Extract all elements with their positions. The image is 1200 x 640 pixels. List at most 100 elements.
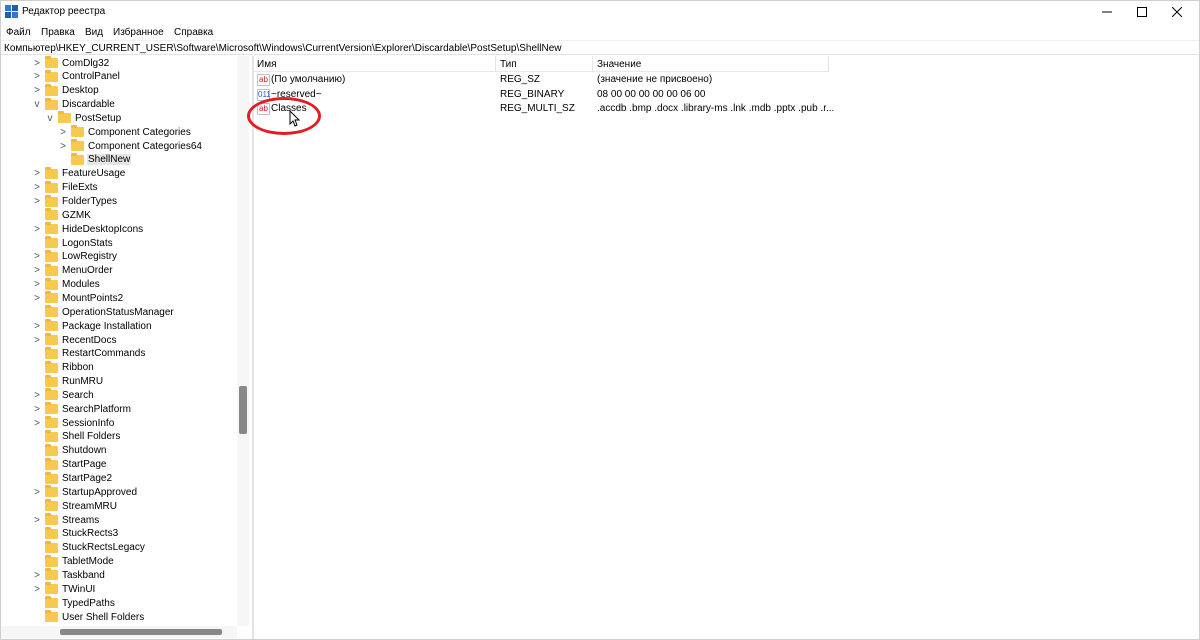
chevron-right-icon[interactable]: > (32, 195, 42, 209)
menu-edit[interactable]: Правка (41, 27, 75, 38)
tree-item[interactable]: GZMK (32, 208, 92, 222)
horizontal-scroll-thumb[interactable] (60, 629, 222, 635)
tree-item[interactable]: > TWinUI (32, 582, 96, 596)
chevron-right-icon[interactable]: > (32, 250, 42, 264)
tree-item[interactable]: v Discardable (32, 97, 116, 112)
chevron-right-icon[interactable]: > (32, 56, 42, 70)
tree-item[interactable]: > Streams (32, 513, 100, 527)
chevron-right-icon[interactable]: > (32, 513, 42, 527)
column-divider[interactable] (828, 56, 829, 72)
chevron-right-icon[interactable]: > (58, 139, 68, 153)
chevron-right-icon[interactable]: > (32, 568, 42, 582)
value-data: (значение не присвоено) (597, 74, 713, 85)
tree-item-label: PostSetup (75, 112, 122, 124)
chevron-right-icon[interactable]: > (32, 167, 42, 181)
tree-item-label: HideDesktopIcons (62, 223, 144, 235)
tree-item-label: Ribbon (62, 362, 94, 374)
tree-item[interactable]: > ComDlg32 (32, 56, 110, 70)
tree-item[interactable]: > FolderTypes (32, 194, 118, 209)
tree-item[interactable]: Shutdown (32, 443, 107, 458)
chevron-right-icon[interactable]: > (32, 84, 42, 98)
menu-help[interactable]: Справка (174, 27, 213, 38)
close-button[interactable] (1154, 0, 1200, 24)
value-row[interactable]: 011 ~reserved~ REG_BINARY 08 00 00 00 00 00… (254, 88, 854, 102)
tree-item[interactable]: > Search (32, 388, 95, 402)
tree-item-label: Shell Folders (62, 431, 121, 443)
chevron-down-icon[interactable]: v (45, 111, 55, 125)
expander-placeholder (32, 236, 42, 250)
tree-item[interactable]: > HideDesktopIcons (32, 222, 144, 236)
tree-item[interactable]: StuckRects3 (32, 526, 119, 541)
tree-item[interactable]: Ribbon (32, 360, 95, 375)
tree-item[interactable]: > Package Installation (32, 319, 153, 333)
chevron-down-icon[interactable]: v (32, 98, 42, 112)
tree-item[interactable]: RestartCommands (32, 346, 146, 361)
tree-item[interactable]: StuckRectsLegacy (32, 540, 146, 555)
tree-item[interactable]: StartPage (32, 457, 107, 472)
tree-item[interactable]: ShellNew (58, 152, 132, 167)
tree-item[interactable]: > Component Categories (58, 125, 192, 139)
tree-item[interactable]: > LowRegistry (32, 249, 118, 264)
tree-item[interactable]: User Shell Folders (32, 610, 145, 624)
chevron-right-icon[interactable]: > (32, 181, 42, 195)
tree-item[interactable]: > Desktop (32, 83, 100, 98)
tree-item[interactable]: > Taskband (32, 568, 106, 582)
chevron-right-icon[interactable]: > (32, 278, 42, 292)
tree-item[interactable]: RunMRU (32, 374, 104, 389)
tree-item[interactable]: StreamMRU (32, 499, 118, 513)
tree-item[interactable]: OperationStatusManager (32, 305, 175, 319)
value-row[interactable]: ab (По умолчанию) REG_SZ (значение не присв… (254, 73, 854, 87)
tree-item[interactable]: Shell Folders (32, 429, 121, 444)
tree-item[interactable]: > SessionInfo (32, 416, 115, 430)
address-path[interactable]: Компьютер\HKEY_CURRENT_USER\Software\Mic… (4, 43, 562, 54)
chevron-right-icon[interactable]: > (32, 416, 42, 430)
tree-item[interactable]: > Modules (32, 277, 101, 292)
tree-vertical-scrollbar[interactable] (237, 56, 249, 626)
chevron-right-icon[interactable]: > (32, 388, 42, 402)
chevron-right-icon[interactable]: > (32, 70, 42, 84)
column-value[interactable]: Значение (597, 59, 641, 72)
expander-placeholder (32, 361, 42, 375)
chevron-right-icon[interactable]: > (32, 291, 42, 305)
tree-item[interactable]: > StartupApproved (32, 485, 138, 499)
chevron-right-icon[interactable]: > (32, 319, 42, 333)
tree-item[interactable]: > MenuOrder (32, 263, 114, 278)
vertical-scroll-thumb[interactable] (239, 386, 247, 434)
menu-view[interactable]: Вид (85, 27, 103, 38)
column-divider[interactable] (495, 56, 496, 72)
value-row[interactable]: ab Classes REG_MULTI_SZ .accdb .bmp .docx .… (254, 102, 854, 116)
folder-icon (45, 56, 58, 68)
column-divider[interactable] (592, 56, 593, 72)
tree-item[interactable]: TabletMode (32, 554, 115, 569)
column-name[interactable]: Имя (257, 59, 276, 72)
menu-file[interactable]: Файл (6, 27, 31, 38)
tree-item-label: RecentDocs (62, 334, 117, 346)
column-type[interactable]: Тип (500, 59, 517, 72)
tree-item[interactable]: > SearchPlatform (32, 402, 132, 416)
menu-favorites[interactable]: Избранное (113, 27, 164, 38)
chevron-right-icon[interactable]: > (58, 125, 68, 139)
expander-placeholder (32, 444, 42, 458)
tree-item[interactable]: > ControlPanel (32, 69, 121, 84)
chevron-right-icon[interactable]: > (32, 264, 42, 278)
tree-item-label: MountPoints2 (62, 292, 124, 304)
tree-item[interactable]: > FeatureUsage (32, 166, 126, 181)
tree-item[interactable]: > Component Categories64 (58, 139, 203, 153)
chevron-right-icon[interactable]: > (32, 222, 42, 236)
address-bar[interactable]: Компьютер\HKEY_CURRENT_USER\Software\Mic… (0, 40, 1200, 55)
folder-icon (45, 429, 58, 442)
tree-item[interactable]: TypedPaths (32, 596, 116, 610)
folder-icon (45, 180, 58, 193)
chevron-right-icon[interactable]: > (32, 333, 42, 347)
tree-item[interactable]: StartPage2 (32, 471, 113, 486)
tree-item[interactable]: > RecentDocs (32, 333, 117, 347)
tree-item[interactable]: > MountPoints2 (32, 291, 124, 305)
tree-item[interactable]: v PostSetup (45, 111, 122, 125)
chevron-right-icon[interactable]: > (32, 402, 42, 416)
tree-horizontal-scrollbar[interactable] (0, 626, 237, 638)
folder-icon (45, 360, 58, 373)
chevron-right-icon[interactable]: > (32, 485, 42, 499)
tree-item[interactable]: LogonStats (32, 236, 114, 250)
chevron-right-icon[interactable]: > (32, 582, 42, 596)
tree-item[interactable]: > FileExts (32, 180, 99, 195)
